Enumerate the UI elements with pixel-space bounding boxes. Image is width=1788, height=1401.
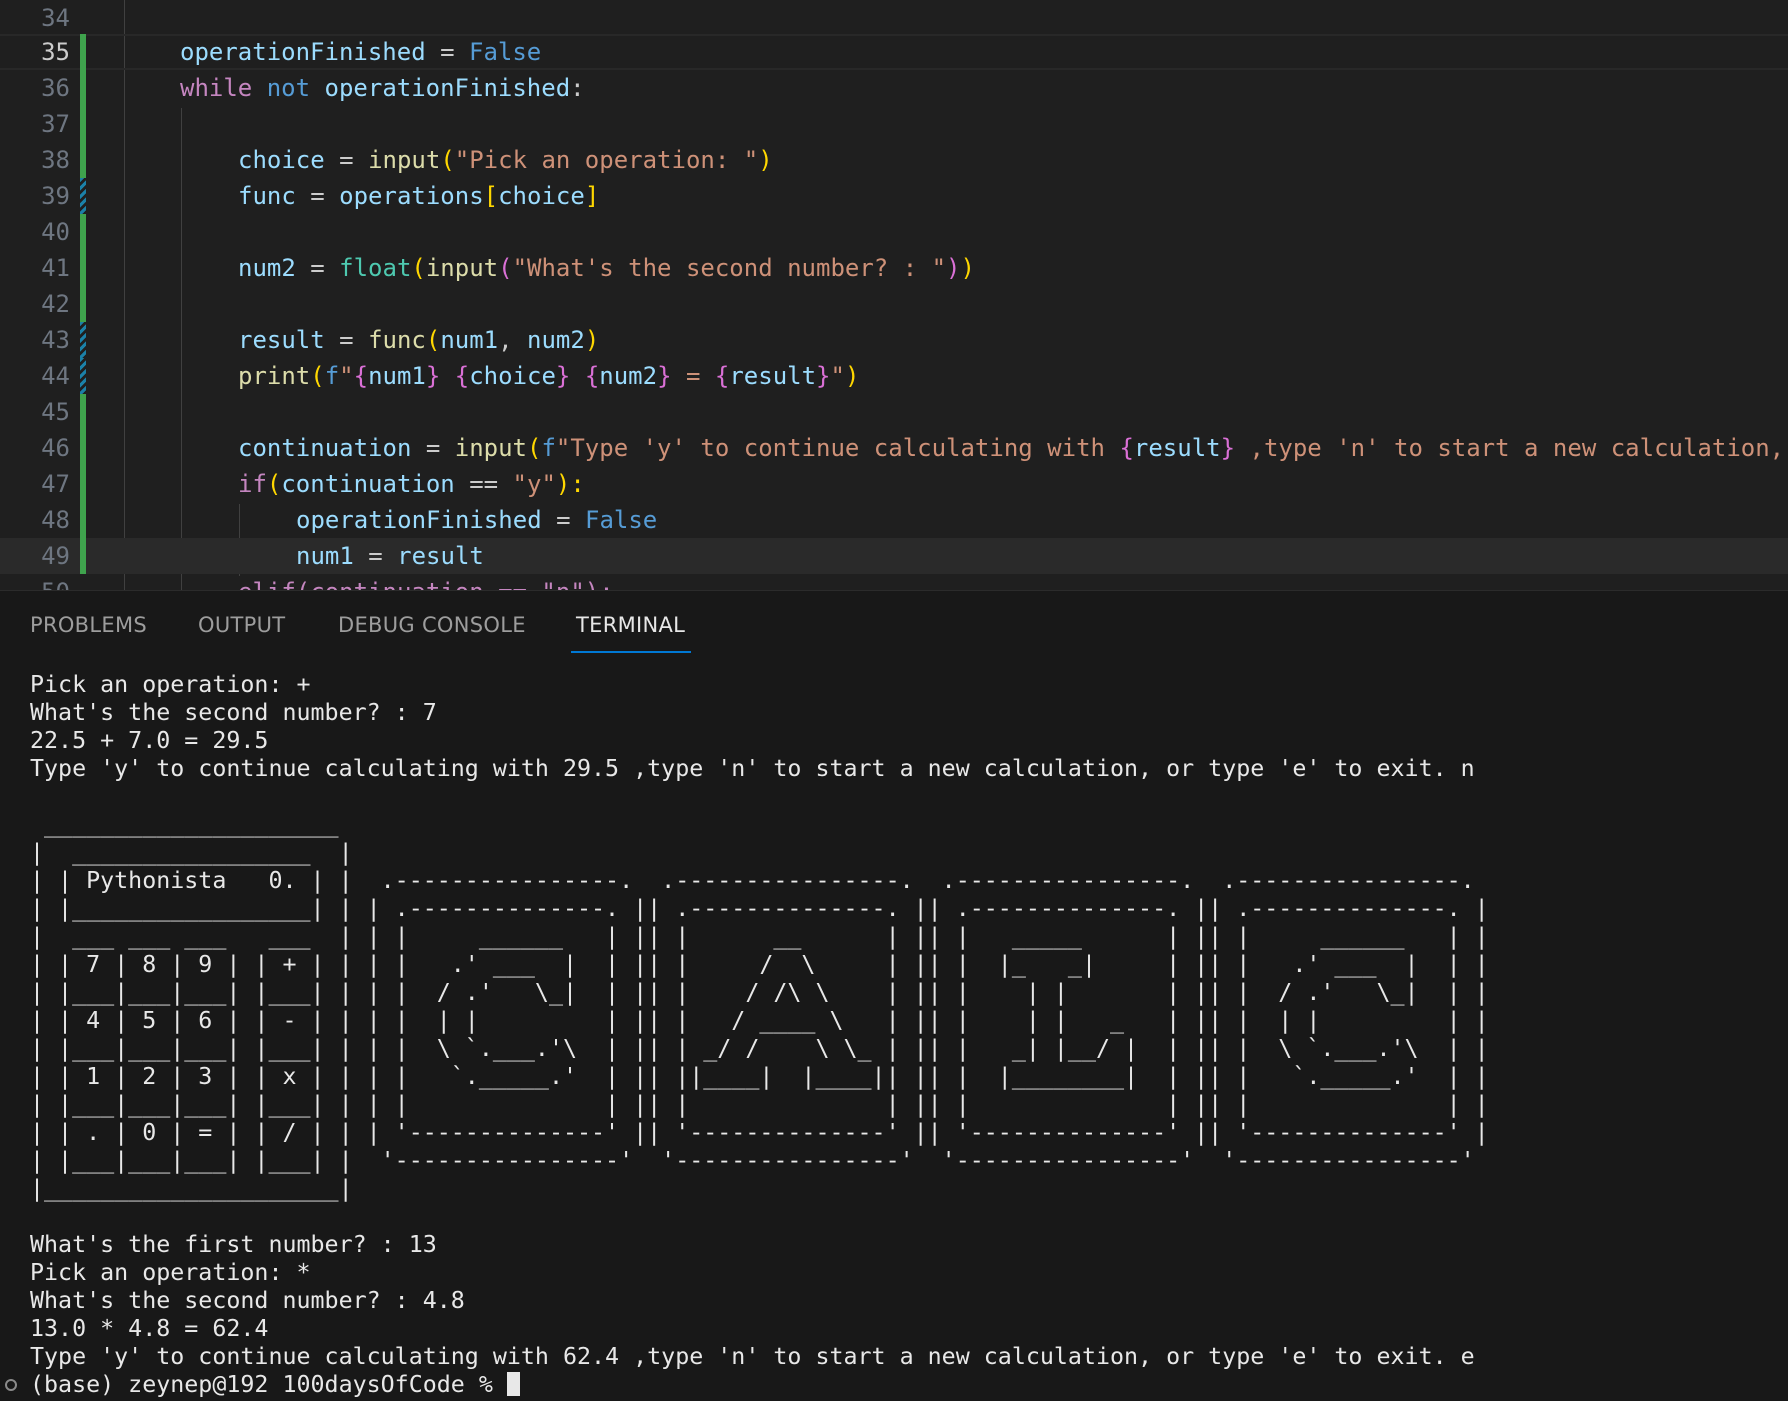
bottom-panel: PROBLEMS OUTPUT DEBUG CONSOLE TERMINAL P… — [0, 590, 1788, 1401]
code-line[interactable]: 39 func = operations[choice] — [0, 178, 1788, 214]
code-text: continuation = input(f"Type 'y' to conti… — [238, 434, 1785, 462]
code-text: while not operationFinished: — [180, 74, 585, 102]
code-line[interactable]: 46 continuation = input(f"Type 'y' to co… — [0, 430, 1788, 466]
code-text: operationFinished = False — [296, 506, 658, 534]
line-number: 45 — [41, 398, 70, 426]
git-added-marker — [80, 502, 86, 538]
terminal-cursor — [506, 1372, 520, 1396]
line-number: 43 — [41, 326, 70, 354]
git-added-marker — [80, 394, 86, 430]
code-line[interactable]: 43 result = func(num1, num2) — [0, 322, 1788, 358]
code-line-current[interactable]: 35 operationFinished = False — [0, 34, 1788, 70]
line-number: 41 — [41, 254, 70, 282]
code-text: num1 = result — [296, 542, 484, 570]
code-text: result = func(num1, num2) — [238, 326, 600, 354]
tab-output[interactable]: OUTPUT — [198, 613, 285, 637]
git-modified-marker — [80, 178, 86, 214]
line-number: 47 — [41, 470, 70, 498]
code-line[interactable]: 44 print(f"{num1} {choice} {num2} = {res… — [0, 358, 1788, 394]
terminal-prompt: (base) zeynep@192 100daysOfCode % — [30, 1371, 507, 1398]
line-number: 46 — [41, 434, 70, 462]
terminal-history: Pick an operation: + What's the second n… — [30, 671, 1489, 1370]
code-line[interactable]: 45 — [0, 394, 1788, 430]
git-added-marker — [80, 142, 86, 178]
line-number: 38 — [41, 146, 70, 174]
code-line[interactable]: 37 — [0, 106, 1788, 142]
code-line[interactable]: 38 choice = input("Pick an operation: ") — [0, 142, 1788, 178]
code-line[interactable]: 49 num1 = result — [0, 538, 1788, 574]
line-number: 44 — [41, 362, 70, 390]
code-line[interactable]: 42 — [0, 286, 1788, 322]
tab-debug-console[interactable]: DEBUG CONSOLE — [338, 613, 526, 637]
code-text: operationFinished = False — [180, 38, 542, 66]
code-line[interactable]: 47 if(continuation == "y"): — [0, 466, 1788, 502]
git-added-marker — [80, 214, 86, 250]
line-number: 39 — [41, 182, 70, 210]
line-number: 37 — [41, 110, 70, 138]
git-added-marker — [80, 538, 86, 574]
line-number: 36 — [41, 74, 70, 102]
command-status-circle-icon[interactable] — [5, 1379, 17, 1391]
git-added-marker — [80, 70, 86, 106]
line-number: 50 — [0, 574, 70, 590]
tab-terminal[interactable]: TERMINAL — [576, 613, 685, 637]
code-text: choice = input("Pick an operation: ") — [238, 146, 773, 174]
code-line[interactable]: 48 operationFinished = False — [0, 502, 1788, 538]
git-added-marker — [80, 430, 86, 466]
code-text: print(f"{num1} {choice} {num2} = {result… — [238, 362, 860, 390]
code-editor[interactable]: 34 35 operationFinished = False 36 while… — [0, 0, 1788, 590]
code-text: num2 = float(input("What's the second nu… — [238, 254, 975, 282]
line-number: 40 — [41, 218, 70, 246]
git-added-marker — [80, 250, 86, 286]
line-number: 35 — [41, 38, 70, 66]
code-text: func = operations[choice] — [238, 182, 600, 210]
line-number: 42 — [41, 290, 70, 318]
git-modified-marker — [80, 322, 86, 358]
active-tab-indicator — [571, 651, 691, 653]
line-number: 34 — [41, 4, 70, 32]
code-line[interactable]: 36 while not operationFinished: — [0, 70, 1788, 106]
code-line[interactable]: 50 elif(continuation == "n"): — [0, 574, 1788, 590]
code-line[interactable]: 34 — [0, 0, 1788, 36]
git-modified-marker — [80, 358, 86, 394]
code-text: elif(continuation == "n"): — [238, 574, 614, 590]
code-line[interactable]: 41 num2 = float(input("What's the second… — [0, 250, 1788, 286]
line-number: 49 — [41, 542, 70, 570]
code-text: if(continuation == "y"): — [238, 470, 585, 498]
git-added-marker — [80, 466, 86, 502]
tab-problems[interactable]: PROBLEMS — [30, 613, 147, 637]
terminal-output[interactable]: Pick an operation: + What's the second n… — [30, 671, 1489, 1399]
git-added-marker — [80, 106, 86, 142]
code-line[interactable]: 40 — [0, 214, 1788, 250]
line-number: 48 — [41, 506, 70, 534]
git-added-marker — [80, 286, 86, 322]
git-added-marker — [80, 34, 86, 70]
